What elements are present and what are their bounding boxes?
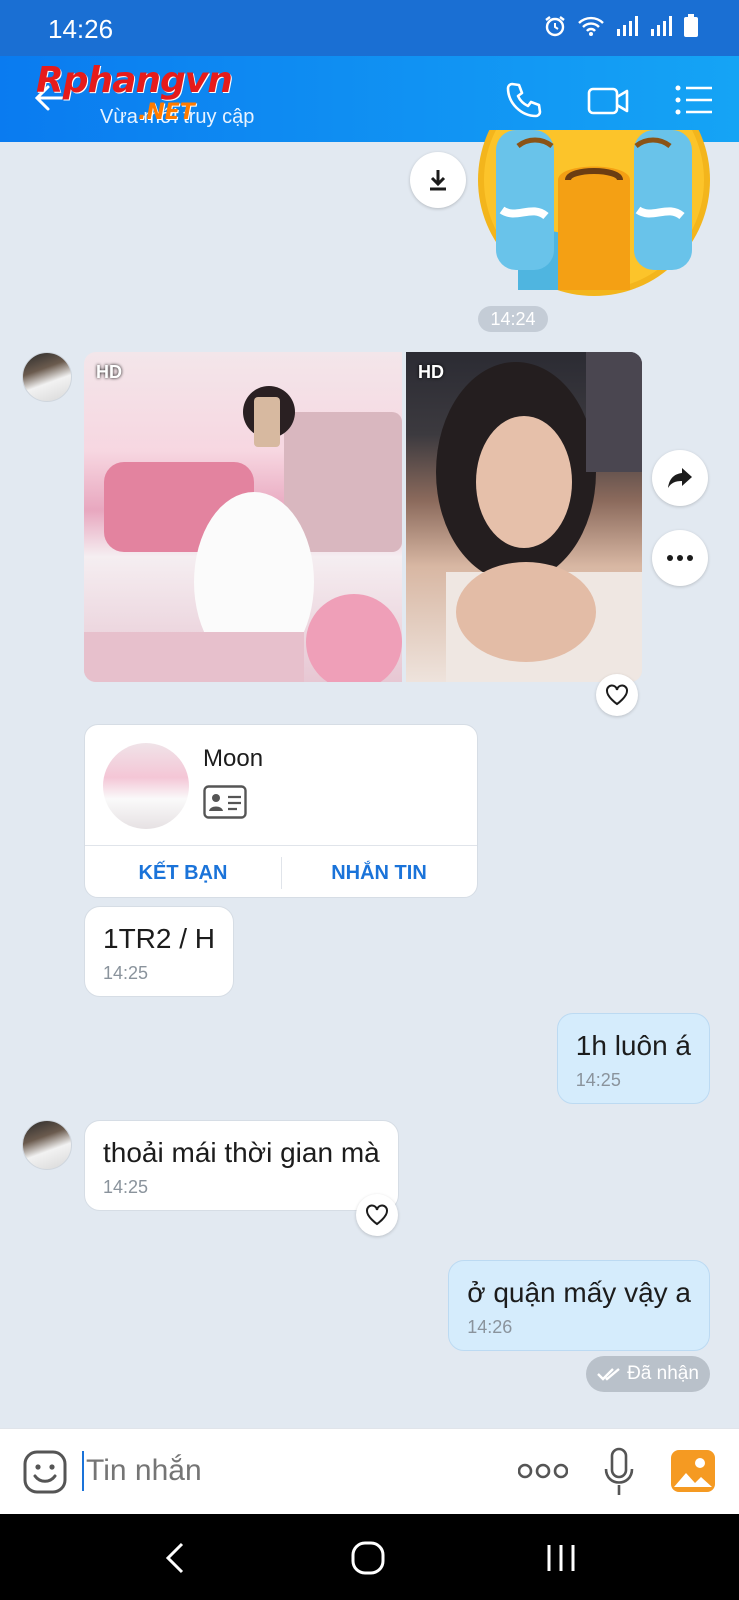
download-icon [430, 170, 446, 191]
gallery-image-icon[interactable] [670, 1449, 716, 1493]
photo-attachment-1[interactable]: HD [84, 352, 402, 682]
send-message-button[interactable]: NHẮN TIN [281, 849, 477, 897]
message-text: 1TR2 / H [103, 923, 216, 954]
message-text: thoải mái thời gian mà [103, 1137, 380, 1168]
photo-content [436, 352, 642, 682]
crying-emoji-sticker[interactable] [478, 130, 710, 298]
message-input[interactable] [82, 1451, 482, 1491]
system-nav-bar [0, 1514, 739, 1600]
message-bubble-received[interactable]: thoải mái thời gian mà 14:25 [84, 1120, 399, 1211]
message-input-bar [0, 1428, 739, 1514]
menu-list-icon[interactable] [672, 78, 716, 122]
contact-avatar[interactable] [22, 1120, 72, 1170]
heart-icon [366, 1204, 388, 1226]
nav-recents-icon[interactable] [546, 1542, 576, 1574]
signal-icon-2 [651, 16, 672, 36]
time-separator: 14:24 [478, 306, 548, 332]
watermark-logo: Rphangvn [36, 60, 233, 101]
forward-icon [668, 468, 692, 488]
message-time: 14:25 [575, 1070, 621, 1090]
message-time: 14:25 [103, 963, 149, 983]
react-heart-button[interactable] [356, 1194, 398, 1236]
double-check-icon [597, 1368, 620, 1381]
phone-icon[interactable] [502, 78, 546, 122]
battery-icon [684, 14, 698, 37]
watermark-logo-sub: .NET [138, 100, 195, 125]
status-time: 14:26 [48, 14, 114, 44]
contact-card[interactable]: Moon KẾT BẠN NHẮN TIN [84, 724, 478, 898]
add-friend-button[interactable]: KẾT BẠN [85, 849, 281, 897]
alarm-icon [545, 16, 565, 37]
more-options-button[interactable] [652, 530, 708, 586]
react-heart-button[interactable] [596, 674, 638, 716]
message-time: 14:25 [103, 1177, 149, 1197]
forward-button[interactable] [652, 450, 708, 506]
message-text: 1h luôn á [575, 1030, 691, 1061]
status-bar: 14:26 [0, 0, 739, 56]
photo-attachment-2[interactable]: HD [406, 352, 642, 682]
card-divider [85, 845, 477, 846]
message-text: ở quận mấy vậy a [467, 1277, 691, 1308]
contact-card-name: Moon [203, 745, 264, 772]
contact-avatar[interactable] [22, 352, 72, 402]
nav-home-icon[interactable] [350, 1540, 386, 1576]
wifi-icon [578, 16, 604, 36]
contact-card-avatar [103, 743, 189, 829]
message-bubble-sent[interactable]: 1h luôn á 14:25 [556, 1013, 710, 1104]
video-call-icon[interactable] [586, 78, 630, 122]
more-options-icon[interactable] [518, 1463, 568, 1479]
more-dots-icon [667, 555, 693, 561]
message-time: 14:26 [467, 1317, 513, 1337]
delivery-status-text: Đã nhận [627, 1363, 699, 1384]
download-button[interactable] [410, 152, 466, 208]
heart-icon [606, 684, 628, 706]
id-card-icon [203, 785, 247, 819]
sticker-smiley-icon[interactable] [22, 1449, 68, 1495]
message-bubble-sent[interactable]: ở quận mấy vậy a 14:26 [448, 1260, 710, 1351]
microphone-icon[interactable] [602, 1447, 636, 1497]
message-bubble-received[interactable]: 1TR2 / H 14:25 [84, 906, 235, 997]
status-icons [543, 14, 699, 38]
delivery-status-badge: Đã nhận [586, 1356, 710, 1392]
photo-content [84, 386, 402, 682]
nav-back-icon[interactable] [164, 1542, 186, 1574]
signal-icon [617, 16, 638, 36]
